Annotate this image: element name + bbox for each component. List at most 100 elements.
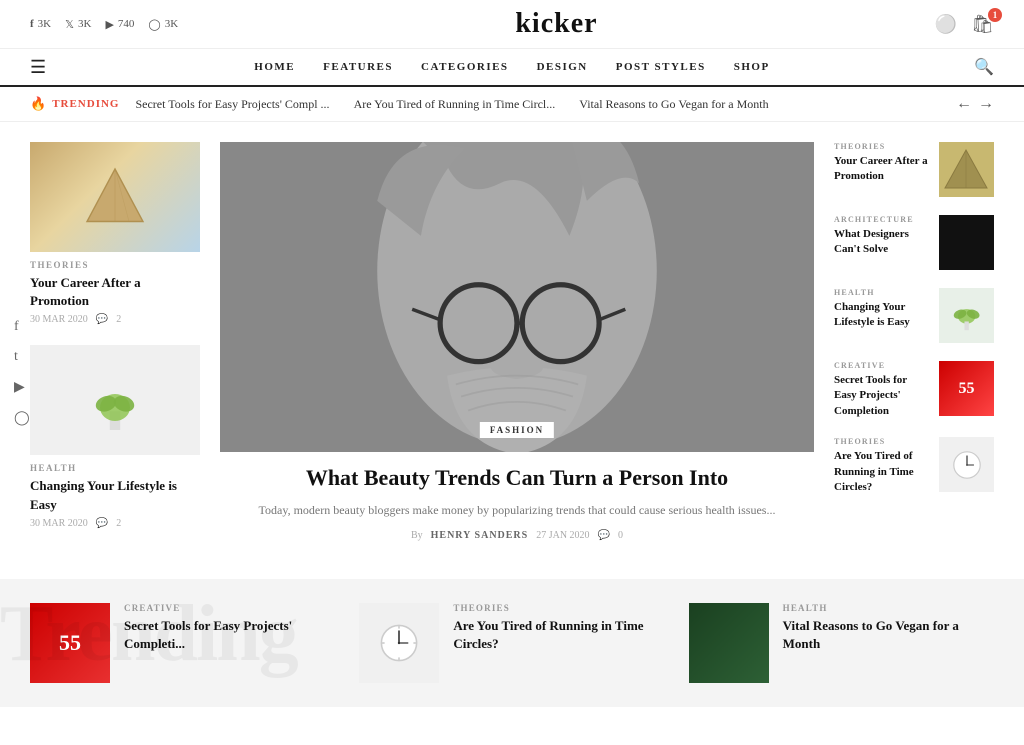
right-article-5-text: THEORIES Are You Tired of Running in Tim…: [834, 437, 929, 495]
trending-prev-arrow[interactable]: ←: [956, 95, 972, 113]
center-article-badge: FASHION: [480, 422, 554, 438]
bottom-article-2[interactable]: THEORIES Are You Tired of Running in Tim…: [359, 603, 664, 683]
left-article-1-meta: 30 MAR 2020 💬 2: [30, 314, 200, 325]
instagram-count[interactable]: ◯ 3K: [148, 18, 178, 31]
right-article-2-image: [939, 215, 994, 270]
bottom-article-2-title: Are You Tired of Running in Time Circles…: [453, 617, 664, 653]
facebook-count[interactable]: f 3K: [30, 18, 51, 30]
trending-items: Secret Tools for Easy Projects' Compl ..…: [135, 97, 940, 112]
fire-icon: 🔥: [30, 96, 47, 112]
center-article-date: 27 JAN 2020: [536, 530, 589, 541]
right-column: THEORIES Your Career After a Promotion A…: [834, 142, 994, 549]
sidebar-social: f t ▶ ◯: [14, 319, 30, 427]
left-article-2[interactable]: HEALTH Changing Your Lifestyle is Easy 3…: [30, 345, 200, 528]
site-logo[interactable]: kicker: [515, 8, 597, 40]
sidebar-instagram-icon[interactable]: ◯: [14, 410, 30, 427]
center-article-author: HENRY SANDERS: [431, 530, 529, 541]
bottom-article-3-image: [689, 603, 769, 683]
right-article-5[interactable]: THEORIES Are You Tired of Running in Tim…: [834, 437, 994, 495]
bottom-article-1-category: CREATIVE: [124, 603, 335, 613]
comment-icon-2: 💬: [96, 518, 108, 529]
main-content: THEORIES Your Career After a Promotion 3…: [0, 122, 1024, 569]
bottom-section: Trending 55 CREATIVE Secret Tools for Ea…: [0, 579, 1024, 707]
hamburger-menu[interactable]: ☰: [30, 57, 46, 78]
facebook-count-value: 3K: [38, 18, 51, 30]
left-article-1-date: 30 MAR 2020: [30, 314, 88, 325]
center-article-excerpt: Today, modern beauty bloggers make money…: [220, 501, 814, 520]
trending-label: 🔥 TRENDING: [30, 96, 119, 112]
bottom-article-3-text: HEALTH Vital Reasons to Go Vegan for a M…: [783, 603, 994, 653]
bottom-article-1[interactable]: 55 CREATIVE Secret Tools for Easy Projec…: [30, 603, 335, 683]
bottom-article-3[interactable]: HEALTH Vital Reasons to Go Vegan for a M…: [689, 603, 994, 683]
right-article-3-title: Changing Your Lifestyle is Easy: [834, 300, 929, 331]
left-column: THEORIES Your Career After a Promotion 3…: [30, 142, 200, 549]
bottom-article-1-text: CREATIVE Secret Tools for Easy Projects'…: [124, 603, 335, 653]
left-article-1[interactable]: THEORIES Your Career After a Promotion 3…: [30, 142, 200, 325]
right-article-4-title: Secret Tools for Easy Projects' Completi…: [834, 373, 929, 419]
center-article-byline: By HENRY SANDERS 27 JAN 2020 💬 0: [220, 530, 814, 541]
twitter-count-value: 3K: [78, 18, 91, 30]
center-article-comment-icon: 💬: [598, 530, 610, 541]
nav-categories[interactable]: CATEGORIES: [421, 61, 509, 73]
right-article-3[interactable]: HEALTH Changing Your Lifestyle is Easy: [834, 288, 994, 343]
youtube-count-value: 740: [118, 18, 135, 30]
sidebar-twitter-icon[interactable]: t: [14, 349, 30, 365]
center-article-title[interactable]: What Beauty Trends Can Turn a Person Int…: [220, 464, 814, 493]
right-article-4[interactable]: CREATIVE Secret Tools for Easy Projects'…: [834, 361, 994, 419]
left-article-2-meta: 30 MAR 2020 💬 2: [30, 518, 200, 529]
right-article-2[interactable]: ARCHITECTURE What Designers Can't Solve: [834, 215, 994, 270]
right-article-5-category: THEORIES: [834, 437, 929, 446]
left-article-1-comments: 2: [116, 314, 121, 325]
trending-next-arrow[interactable]: →: [978, 95, 994, 113]
trending-arrows: ← →: [956, 95, 994, 113]
sidebar-facebook-icon[interactable]: f: [14, 319, 30, 335]
twitter-count[interactable]: 𝕏 3K: [65, 18, 91, 31]
right-article-5-title: Are You Tired of Running in Time Circles…: [834, 449, 929, 495]
left-article-2-comments: 2: [116, 518, 121, 529]
trending-bar: 🔥 TRENDING Secret Tools for Easy Project…: [0, 87, 1024, 122]
user-icon[interactable]: ⚪: [935, 14, 957, 35]
bottom-grid: 55 CREATIVE Secret Tools for Easy Projec…: [30, 603, 994, 683]
center-column: FASHION What Beauty Trends Can Turn a Pe…: [220, 142, 814, 549]
center-article-comments: 0: [618, 530, 623, 541]
center-main-image[interactable]: FASHION: [220, 142, 814, 452]
nav-shop[interactable]: SHOP: [734, 61, 770, 73]
nav-features[interactable]: FEATURES: [323, 61, 393, 73]
sidebar-youtube-icon[interactable]: ▶: [14, 379, 30, 396]
bottom-article-3-title: Vital Reasons to Go Vegan for a Month: [783, 617, 994, 653]
cart-icon[interactable]: 🛍 1: [971, 14, 994, 35]
right-article-4-text: CREATIVE Secret Tools for Easy Projects'…: [834, 361, 929, 419]
instagram-icon: ◯: [148, 18, 160, 31]
top-right-icons: ⚪ 🛍 1: [935, 14, 994, 35]
right-article-2-text: ARCHITECTURE What Designers Can't Solve: [834, 215, 929, 258]
right-article-3-category: HEALTH: [834, 288, 929, 297]
right-article-4-image: 55: [939, 361, 994, 416]
top-bar: f 3K 𝕏 3K ▶ 740 ◯ 3K kicker ⚪ 🛍 1: [0, 0, 1024, 49]
youtube-count[interactable]: ▶ 740: [105, 18, 134, 31]
search-icon[interactable]: 🔍: [974, 57, 994, 77]
nav-items: HOME FEATURES CATEGORIES DESIGN POST STY…: [254, 61, 769, 73]
left-article-1-image: [30, 142, 200, 252]
main-nav: ☰ HOME FEATURES CATEGORIES DESIGN POST S…: [0, 49, 1024, 87]
bottom-article-1-image: 55: [30, 603, 110, 683]
nav-post-styles[interactable]: POST STYLES: [616, 61, 706, 73]
facebook-icon: f: [30, 18, 34, 30]
right-article-5-image: [939, 437, 994, 492]
nav-design[interactable]: DESIGN: [537, 61, 588, 73]
trending-item-1[interactable]: Secret Tools for Easy Projects' Compl ..…: [135, 97, 329, 112]
left-article-2-title: Changing Your Lifestyle is Easy: [30, 477, 200, 513]
bottom-article-2-category: THEORIES: [453, 603, 664, 613]
nav-home[interactable]: HOME: [254, 61, 295, 73]
right-article-3-image: [939, 288, 994, 343]
youtube-icon: ▶: [105, 18, 113, 31]
left-article-2-date: 30 MAR 2020: [30, 518, 88, 529]
right-article-2-category: ARCHITECTURE: [834, 215, 929, 224]
right-article-3-text: HEALTH Changing Your Lifestyle is Easy: [834, 288, 929, 331]
bottom-article-2-image: [359, 603, 439, 683]
right-article-1[interactable]: THEORIES Your Career After a Promotion: [834, 142, 994, 197]
right-article-1-text: THEORIES Your Career After a Promotion: [834, 142, 929, 185]
trending-item-2[interactable]: Are You Tired of Running in Time Circl..…: [354, 97, 556, 112]
left-article-1-title: Your Career After a Promotion: [30, 274, 200, 310]
trending-item-3[interactable]: Vital Reasons to Go Vegan for a Month: [579, 97, 768, 112]
left-article-2-category: HEALTH: [30, 463, 200, 473]
